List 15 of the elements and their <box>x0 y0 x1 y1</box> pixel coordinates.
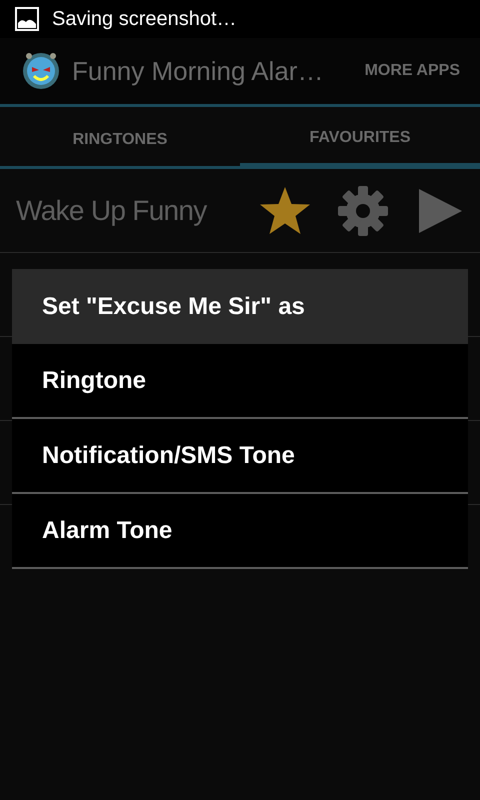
menu-option[interactable]: Alarm Tone <box>12 494 468 569</box>
app-title: Funny Morning Alar… <box>72 54 324 88</box>
sound-title: Wake Up Funny <box>16 194 208 228</box>
notification-text: Saving screenshot… <box>52 7 237 32</box>
dialog-title: Set "Excuse Me Sir" as <box>12 269 468 344</box>
menu-option[interactable]: Notification/SMS Tone <box>12 419 468 494</box>
alarm-clock-icon <box>20 50 62 92</box>
tab[interactable]: RINGTONES <box>0 107 240 166</box>
more-apps-button[interactable]: MORE APPS <box>364 59 460 83</box>
menu-option[interactable]: Ringtone <box>12 344 468 419</box>
star-icon[interactable] <box>259 186 311 236</box>
tab[interactable]: FAVOURITES <box>240 107 480 169</box>
settings-icon[interactable] <box>338 186 388 236</box>
play-icon[interactable] <box>418 188 462 234</box>
picture-icon <box>15 7 39 31</box>
